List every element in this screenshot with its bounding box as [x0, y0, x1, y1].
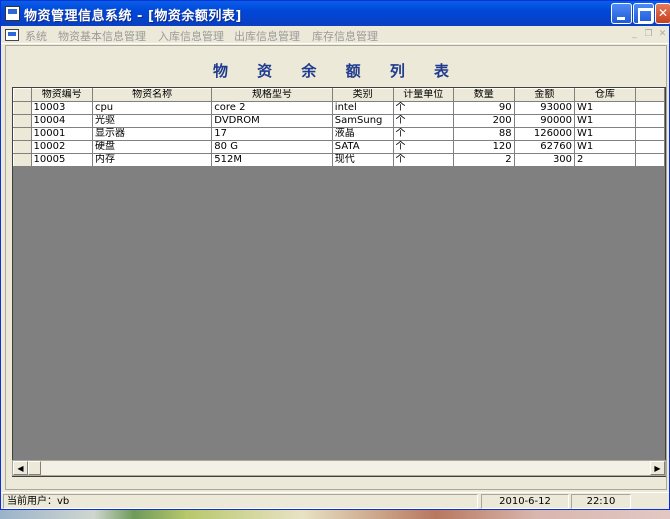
cell-quantity[interactable]: 200 [452, 114, 515, 128]
maximize-button[interactable] [633, 3, 654, 24]
cell-id[interactable]: 10003 [30, 101, 93, 115]
status-current-user: 当前用户：vb [3, 494, 478, 509]
cell-spec[interactable]: 512M [211, 153, 333, 167]
cell-spec[interactable]: 80 G [211, 140, 333, 154]
cell-warehouse[interactable]: W1 [574, 101, 636, 115]
mdi-minimize-icon[interactable]: _ [629, 29, 640, 40]
title-bar[interactable]: 物资管理信息系统 - [物资余额列表] ✕ [1, 1, 670, 26]
child-window: 物 资 余 额 列 表 物资编号 物资名称 规格型号 类别 计量单位 数量 金额… [5, 45, 667, 490]
col-header-id[interactable]: 物资编号 [30, 88, 93, 102]
cell-extra[interactable] [634, 127, 665, 141]
row-selector-header [13, 88, 32, 102]
desktop-wallpaper [0, 510, 670, 519]
window-title: 物资管理信息系统 - [物资余额列表] [24, 9, 242, 24]
cell-name[interactable]: 硬盘 [91, 140, 213, 154]
row-selector[interactable] [13, 101, 32, 115]
mdi-restore-icon[interactable]: ❐ [643, 29, 654, 40]
col-header-spec[interactable]: 规格型号 [211, 88, 333, 102]
cell-spec[interactable]: 17 [211, 127, 333, 141]
cell-unit[interactable]: 个 [392, 101, 454, 115]
cell-warehouse[interactable]: W1 [574, 140, 636, 154]
table-row[interactable]: 10001 显示器 17 液晶 个 88 126000 W1 [13, 127, 665, 141]
cell-category[interactable]: 液晶 [331, 127, 394, 141]
cell-amount[interactable]: 300 [513, 153, 576, 167]
cell-quantity[interactable]: 88 [452, 127, 515, 141]
cell-name[interactable]: 显示器 [91, 127, 213, 141]
table-row[interactable]: 10004 光驱 DVDROM SamSung 个 200 90000 W1 [13, 114, 665, 128]
menu-material-info[interactable]: 物资基本信息管理 [58, 28, 146, 44]
col-header-warehouse[interactable]: 仓库 [574, 88, 636, 102]
cell-name[interactable]: 光驱 [91, 114, 213, 128]
header-row: 物资编号 物资名称 规格型号 类别 计量单位 数量 金额 仓库 [13, 88, 665, 102]
cell-extra[interactable] [634, 101, 665, 115]
cell-amount[interactable]: 93000 [513, 101, 576, 115]
row-selector[interactable] [13, 114, 32, 128]
cell-warehouse[interactable]: W1 [574, 127, 636, 141]
col-header-category[interactable]: 类别 [331, 88, 394, 102]
cell-id[interactable]: 10005 [30, 153, 93, 167]
row-selector[interactable] [13, 153, 32, 167]
cell-unit[interactable]: 个 [392, 153, 454, 167]
col-header-amount[interactable]: 金额 [513, 88, 576, 102]
cell-id[interactable]: 10001 [30, 127, 93, 141]
table-row[interactable]: 10002 硬盘 80 G SATA 个 120 62760 W1 [13, 140, 665, 154]
cell-name[interactable]: cpu [91, 101, 213, 115]
cell-amount[interactable]: 126000 [513, 127, 576, 141]
minimize-button[interactable] [611, 3, 632, 24]
resize-grip[interactable] [633, 494, 667, 509]
cell-extra[interactable] [634, 153, 665, 167]
cell-unit[interactable]: 个 [392, 140, 454, 154]
table-row[interactable]: 10005 内存 512M 现代 个 2 300 2 [13, 153, 665, 167]
cell-quantity[interactable]: 2 [452, 153, 515, 167]
close-button[interactable]: ✕ [655, 3, 670, 24]
row-selector[interactable] [13, 140, 32, 154]
grid-title: 物 资 余 额 列 表 [212, 62, 462, 80]
cell-id[interactable]: 10004 [30, 114, 93, 128]
menu-inbound[interactable]: 入库信息管理 [158, 28, 224, 44]
cell-spec[interactable]: DVDROM [211, 114, 333, 128]
arrow-right-icon[interactable]: ▶ [650, 461, 665, 475]
cell-amount[interactable]: 62760 [513, 140, 576, 154]
cell-name[interactable]: 内存 [91, 153, 213, 167]
col-header-name[interactable]: 物资名称 [91, 88, 213, 102]
cell-warehouse[interactable]: 2 [574, 153, 636, 167]
data-table: 物资编号 物资名称 规格型号 类别 计量单位 数量 金额 仓库 10003 cp… [13, 88, 665, 167]
cell-unit[interactable]: 个 [392, 127, 454, 141]
cell-category[interactable]: 现代 [331, 153, 394, 167]
status-bar: 当前用户：vb 2010-6-12 22:10 [1, 492, 669, 509]
cell-extra[interactable] [634, 140, 665, 154]
close-icon: ✕ [657, 6, 669, 20]
arrow-left-icon[interactable]: ◀ [13, 461, 28, 475]
app-icon[interactable] [5, 6, 20, 21]
cell-quantity[interactable]: 120 [452, 140, 515, 154]
row-selector[interactable] [13, 127, 32, 141]
cell-amount[interactable]: 90000 [513, 114, 576, 128]
status-time: 22:10 [571, 494, 631, 509]
table-row[interactable]: 10003 cpu core 2 intel 个 90 93000 W1 [13, 101, 665, 115]
cell-category[interactable]: intel [331, 101, 394, 115]
main-window: 物资管理信息系统 - [物资余额列表] ✕ 系统 物资基本信息管理 入库信息管理… [0, 0, 670, 510]
cell-id[interactable]: 10002 [30, 140, 93, 154]
mdi-child-icon[interactable] [5, 29, 19, 41]
menu-inventory[interactable]: 库存信息管理 [312, 28, 378, 44]
col-header-unit[interactable]: 计量单位 [392, 88, 454, 102]
col-header-extra[interactable] [634, 88, 665, 102]
data-grid[interactable]: 物资编号 物资名称 规格型号 类别 计量单位 数量 金额 仓库 10003 cp… [12, 87, 666, 477]
cell-warehouse[interactable]: W1 [574, 114, 636, 128]
horizontal-scrollbar[interactable]: ◀ ▶ [12, 460, 666, 476]
status-date: 2010-6-12 [481, 494, 569, 509]
cell-spec[interactable]: core 2 [211, 101, 333, 115]
menu-outbound[interactable]: 出库信息管理 [234, 28, 300, 44]
menu-system[interactable]: 系统 [25, 28, 47, 44]
cell-category[interactable]: SATA [331, 140, 394, 154]
mdi-close-icon[interactable]: ✕ [657, 29, 668, 40]
cell-quantity[interactable]: 90 [452, 101, 515, 115]
col-header-quantity[interactable]: 数量 [452, 88, 515, 102]
cell-extra[interactable] [634, 114, 665, 128]
scroll-thumb[interactable] [28, 461, 41, 475]
cell-unit[interactable]: 个 [392, 114, 454, 128]
cell-category[interactable]: SamSung [331, 114, 394, 128]
menu-bar: 系统 物资基本信息管理 入库信息管理 出库信息管理 库存信息管理 _ ❐ ✕ [1, 26, 669, 44]
